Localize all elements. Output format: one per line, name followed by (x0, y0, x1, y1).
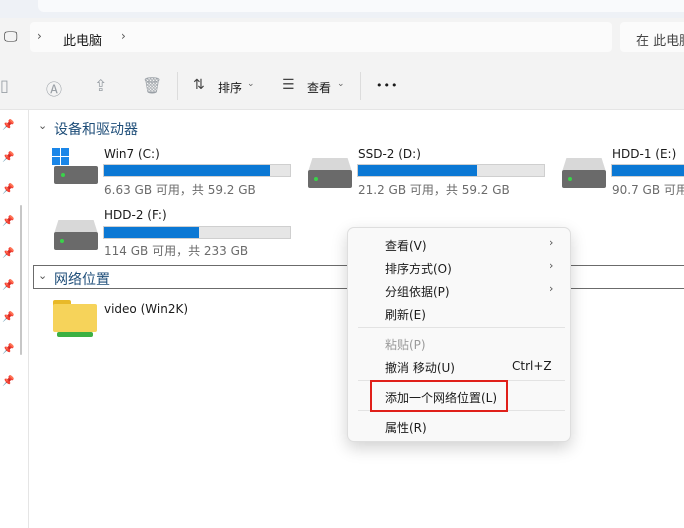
address-box[interactable] (30, 22, 612, 52)
submenu-arrow-icon: › (549, 282, 554, 295)
drive-f-free: 114 GB 可用，共 233 GB (104, 244, 249, 258)
drive-f-usage-bar (103, 226, 291, 239)
drive-d-free: 21.2 GB 可用，共 59.2 GB (358, 183, 510, 197)
search-placeholder: 在 此电脑 (636, 34, 684, 49)
menu-item-undo[interactable]: 撤消 移动(U) (385, 359, 455, 376)
chevron-down-icon[interactable]: ⌄ (247, 79, 255, 89)
collapse-chevron-icon[interactable]: ⌄ (38, 269, 47, 282)
menu-item-refresh[interactable]: 刷新(E) (385, 306, 426, 323)
nav-scrollbar[interactable] (20, 205, 22, 355)
drive-e-name[interactable]: HDD-1 (E:) (612, 147, 676, 161)
menu-item-view[interactable]: 查看(V) (385, 237, 427, 254)
menu-item-paste: 粘贴(P) (385, 338, 426, 352)
drive-d-name[interactable]: SSD-2 (D:) (358, 147, 421, 161)
highlight-box (370, 380, 508, 412)
pin-icon: 📌 (2, 184, 15, 195)
pin-icon: 📌 (2, 216, 15, 227)
drive-e-free: 90.7 GB 可用，共 1 (612, 183, 684, 197)
section-devices-title[interactable]: 设备和驱动器 (54, 119, 138, 139)
breadcrumb[interactable]: 此电脑 (63, 30, 102, 49)
drive-c-usage-bar (103, 164, 291, 177)
menu-separator (358, 327, 565, 328)
delete-icon[interactable]: 🗑 (142, 76, 162, 95)
chevron-down-icon[interactable]: ⌄ (337, 79, 345, 89)
sort-button[interactable]: 排序 (218, 79, 242, 96)
network-item-name[interactable]: video (Win2K) (104, 302, 188, 316)
chevron-right-icon[interactable]: › (121, 29, 126, 43)
toolbar-divider (360, 72, 361, 100)
section-network-title[interactable]: 网络位置 (54, 269, 110, 289)
view-button[interactable]: 查看 (307, 79, 331, 96)
drive-f-icon[interactable] (52, 220, 100, 250)
active-tab[interactable] (38, 0, 684, 12)
chevron-right-icon[interactable]: › (37, 29, 42, 43)
sort-icon[interactable]: ⇅ (193, 77, 205, 93)
toolbar-divider (177, 72, 178, 100)
drive-c-name[interactable]: Win7 (C:) (104, 147, 160, 161)
pin-icon: 📌 (2, 376, 15, 387)
pin-icon: 📌 (2, 120, 15, 131)
view-icon[interactable]: ☰ (282, 77, 295, 93)
submenu-arrow-icon: › (549, 259, 554, 272)
pin-icon: 📌 (2, 248, 15, 259)
menu-item-sort[interactable]: 排序方式(O) (385, 260, 452, 277)
undo-shortcut: Ctrl+Z (512, 359, 552, 373)
pin-icon: 📌 (2, 280, 15, 291)
menu-item-group[interactable]: 分组依据(P) (385, 283, 450, 300)
submenu-arrow-icon: › (549, 236, 554, 249)
drive-f-name[interactable]: HDD-2 (F:) (104, 208, 167, 222)
paste-icon[interactable]: ▯ (0, 76, 9, 95)
more-options-button[interactable]: ••• (376, 79, 398, 92)
collapse-chevron-icon[interactable]: ⌄ (38, 119, 47, 132)
pin-icon: 📌 (2, 312, 15, 323)
pin-icon: 📌 (2, 152, 15, 163)
pin-icon: 📌 (2, 344, 15, 355)
drive-d-usage-bar (357, 164, 545, 177)
share-icon[interactable]: ⇪ (94, 76, 107, 95)
rename-icon[interactable]: Ⓐ (46, 76, 62, 100)
drive-e-icon[interactable] (560, 158, 608, 188)
drive-d-icon[interactable] (306, 158, 354, 188)
computer-icon[interactable]: 🖵 (4, 29, 18, 45)
drive-c-free: 6.63 GB 可用，共 59.2 GB (104, 183, 256, 197)
drive-c-icon[interactable] (52, 148, 100, 186)
network-folder-icon[interactable] (53, 298, 97, 340)
menu-item-properties[interactable]: 属性(R) (385, 419, 427, 436)
drive-e-usage-bar (611, 164, 684, 177)
